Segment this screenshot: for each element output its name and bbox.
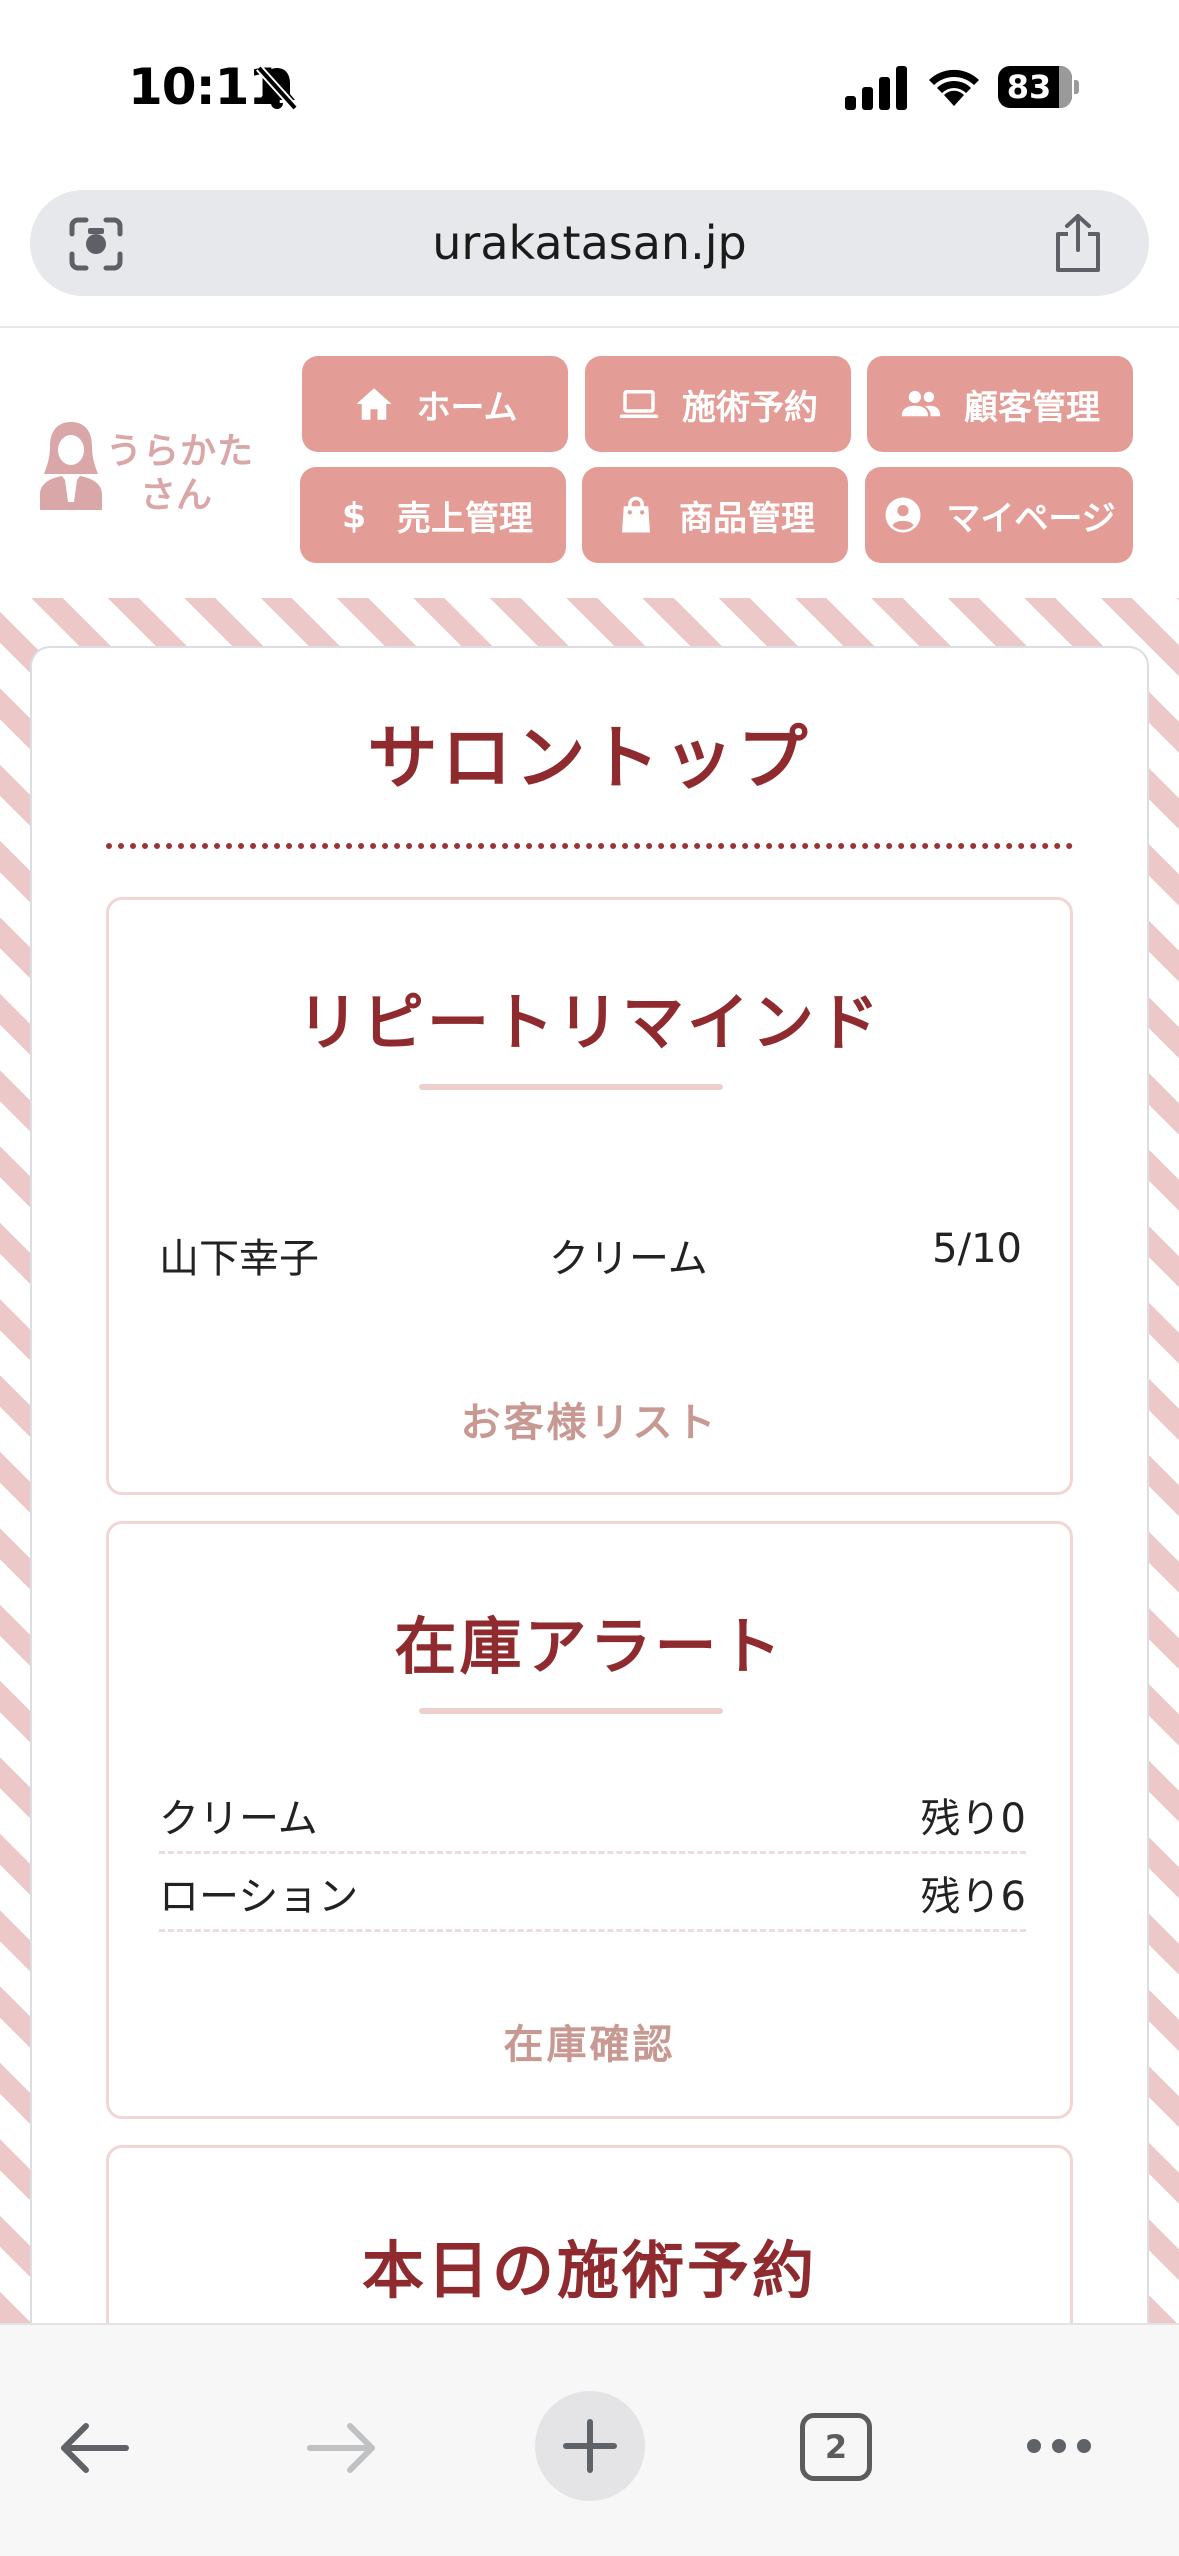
nav-products-button[interactable]: 商品管理 — [582, 467, 848, 563]
nav-products-label: 商品管理 — [679, 498, 815, 539]
nav-home-label: ホーム — [416, 387, 518, 428]
battery-body: 83 — [998, 66, 1072, 108]
battery-percent: 83 — [1006, 68, 1052, 106]
page-title: サロントップ — [367, 717, 812, 799]
battery-empty-portion — [1059, 66, 1072, 108]
nav-home-button[interactable]: ホーム — [302, 356, 568, 452]
nav-customers-label: 顧客管理 — [964, 387, 1100, 428]
nav-mypage-button[interactable]: マイページ — [865, 467, 1133, 563]
share-icon[interactable] — [1050, 212, 1106, 274]
today-bookings-title: 本日の施術予約 — [361, 2234, 817, 2307]
dollar-icon: $ — [342, 496, 366, 536]
stock-alert-section: 在庫アラート クリーム 残り0 ローション 残り6 在庫確認 — [106, 1521, 1073, 2119]
stock-item-name: ローション — [159, 1874, 359, 1920]
nav-booking-label: 施術予約 — [682, 387, 818, 428]
nav-sales-label: 売上管理 — [397, 498, 533, 539]
stock-row: ローション 残り6 — [159, 1854, 1026, 1932]
wifi-icon — [929, 69, 979, 106]
nav-sales-button[interactable]: $ 売上管理 — [300, 467, 566, 563]
shopping-bag-icon — [622, 496, 650, 533]
customer-list-link[interactable]: お客様リスト — [109, 1390, 1070, 1448]
header-divider — [0, 326, 1179, 328]
address-bar[interactable]: urakatasan.jp — [30, 190, 1149, 296]
nav-mypage-label: マイページ — [946, 498, 1116, 539]
url-text[interactable]: urakatasan.jp — [30, 190, 1149, 296]
stock-alert-title: 在庫アラート — [394, 1610, 785, 1683]
repeat-remind-section: リピートリマインド 山下幸子 クリーム 5/10 お客様リスト — [106, 897, 1073, 1495]
new-tab-button[interactable] — [535, 2391, 645, 2501]
bell-muted-icon — [256, 65, 298, 111]
stock-item-remaining: 残り6 — [920, 1874, 1026, 1920]
plus-icon — [563, 2419, 617, 2473]
repeat-remind-title: リピートリマインド — [296, 986, 882, 1059]
stock-check-link[interactable]: 在庫確認 — [109, 2012, 1070, 2070]
laptop-icon — [619, 390, 659, 418]
lens-scan-icon[interactable] — [66, 214, 126, 274]
forward-arrow-icon[interactable] — [306, 2421, 378, 2475]
home-icon — [356, 388, 391, 420]
stock-row: クリーム 残り0 — [159, 1776, 1026, 1854]
browser-toolbar: 2 — [0, 2323, 1179, 2556]
nav-customers-button[interactable]: 顧客管理 — [867, 356, 1133, 452]
nav-booking-button[interactable]: 施術予約 — [585, 356, 851, 452]
logo-text-line2: さん — [140, 475, 213, 516]
stock-alert-underline — [419, 1708, 723, 1714]
more-menu-icon[interactable] — [1024, 2435, 1094, 2457]
salon-woman-logo-icon — [40, 422, 102, 510]
account-circle-icon — [885, 497, 921, 533]
remind-product-name: クリーム — [549, 1236, 708, 1282]
stock-item-name: クリーム — [159, 1796, 318, 1842]
svg-text:$: $ — [342, 496, 366, 536]
battery-tip — [1074, 80, 1079, 94]
site-logo[interactable]: うらかた さん — [36, 414, 256, 516]
remind-customer-name: 山下幸子 — [159, 1236, 319, 1282]
battery-indicator: 83 — [998, 66, 1079, 108]
stock-item-remaining: 残り0 — [920, 1796, 1026, 1842]
remind-date: 5/10 — [932, 1226, 1022, 1272]
people-icon — [901, 390, 941, 417]
repeat-remind-underline — [419, 1084, 723, 1090]
cellular-signal-icon — [845, 66, 907, 110]
tab-switcher-button[interactable]: 2 — [800, 2413, 872, 2481]
status-bar: 10:11 83 — [0, 0, 1179, 170]
title-dotted-rule — [106, 843, 1073, 849]
back-arrow-icon[interactable] — [58, 2421, 130, 2475]
